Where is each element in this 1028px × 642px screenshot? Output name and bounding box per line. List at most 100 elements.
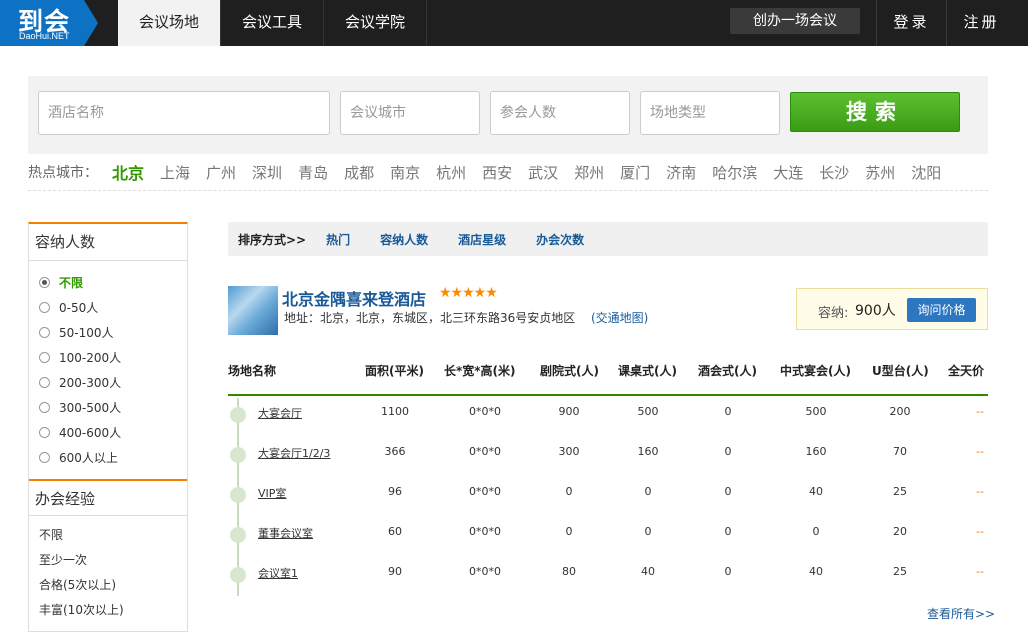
- city-link[interactable]: 西安: [482, 162, 512, 183]
- radio-checked-icon[interactable]: [39, 277, 50, 288]
- cocktail-value: 0: [724, 405, 732, 418]
- area-value: 60: [388, 525, 402, 538]
- venue-name-link[interactable]: 会议室1: [258, 565, 298, 581]
- view-all-link[interactable]: 查看所有>>: [927, 605, 995, 622]
- nav-venues[interactable]: 会议场地: [118, 0, 222, 46]
- city-link[interactable]: 沈阳: [911, 162, 941, 183]
- u-shape-value: 25: [893, 485, 907, 498]
- timeline-dot: [230, 407, 246, 423]
- hotel-name-input[interactable]: 酒店名称: [38, 91, 330, 135]
- radio-icon[interactable]: [39, 327, 50, 338]
- venue-type-input[interactable]: 场地类型: [640, 91, 780, 135]
- city-link[interactable]: 哈尔滨: [712, 162, 757, 183]
- sort-capacity[interactable]: 容纳人数: [380, 231, 428, 248]
- logo[interactable]: 到会 DaoHui.NET: [0, 0, 98, 46]
- cocktail-value: 0: [724, 565, 732, 578]
- top-navigation-bar: 到会 DaoHui.NET 会议场地 会议工具 会议学院 创办一场会议 登录 注…: [0, 0, 1028, 46]
- city-link[interactable]: 广州: [206, 162, 236, 183]
- capacity-option[interactable]: 300-500人: [39, 395, 187, 420]
- price-value: --: [976, 405, 984, 418]
- col-dimensions: 长*宽*高(米): [444, 364, 516, 378]
- radio-icon[interactable]: [39, 377, 50, 388]
- city-link[interactable]: 南京: [390, 162, 420, 183]
- nav-academy[interactable]: 会议学院: [324, 0, 428, 46]
- experience-option[interactable]: 不限: [39, 523, 187, 548]
- ask-price-button[interactable]: 询问价格: [907, 298, 976, 322]
- capacity-option[interactable]: 400-600人: [39, 420, 187, 445]
- city-link[interactable]: 郑州: [574, 162, 604, 183]
- capacity-option[interactable]: 0-50人: [39, 295, 187, 320]
- capacity-option[interactable]: 600人以上: [39, 445, 187, 470]
- venue-name-link[interactable]: VIP室: [258, 485, 286, 501]
- col-venue-name: 场地名称: [228, 364, 277, 378]
- capacity-option[interactable]: 100-200人: [39, 345, 187, 370]
- meeting-city-input[interactable]: 会议城市: [340, 91, 480, 135]
- venue-table-header: 场地名称 面积(平米) 长*宽*高(米) 剧院式(人) 课桌式(人) 酒会式(人…: [228, 356, 988, 396]
- star-rating-icon: ★★★★★: [439, 285, 498, 301]
- city-link[interactable]: 厦门: [620, 162, 650, 183]
- classroom-value: 0: [644, 485, 652, 498]
- register-link[interactable]: 注册: [946, 0, 1016, 46]
- city-link[interactable]: 苏州: [865, 162, 895, 183]
- cocktail-value: 0: [724, 485, 732, 498]
- col-area: 面积(平米): [365, 364, 424, 378]
- table-row: 董事会议室 60 0*0*0 0 0 0 0 20 --: [228, 518, 988, 558]
- theater-value: 0: [565, 485, 573, 498]
- traffic-map-link[interactable]: (交通地图): [591, 309, 648, 326]
- city-link[interactable]: 上海: [160, 162, 190, 183]
- classroom-value: 0: [644, 525, 652, 538]
- radio-icon[interactable]: [39, 427, 50, 438]
- radio-icon[interactable]: [39, 302, 50, 313]
- city-link[interactable]: 杭州: [436, 162, 466, 183]
- hotel-name-link[interactable]: 北京金隅喜来登酒店: [282, 286, 426, 310]
- capacity-option[interactable]: 200-300人: [39, 370, 187, 395]
- capacity-option-label: 50-100人: [59, 325, 114, 340]
- sort-popular[interactable]: 热门: [326, 231, 350, 248]
- attendee-count-input[interactable]: 参会人数: [490, 91, 630, 135]
- table-row: 会议室1 90 0*0*0 80 40 0 40 25 --: [228, 558, 988, 598]
- city-link[interactable]: 武汉: [528, 162, 558, 183]
- venue-name-link[interactable]: 大宴会厅: [258, 405, 302, 421]
- experience-option[interactable]: 至少一次: [39, 548, 187, 573]
- experience-filter-list: 不限 至少一次 合格(5次以上) 丰富(10次以上): [29, 516, 187, 631]
- sort-hotel-star[interactable]: 酒店星级: [458, 231, 506, 248]
- timeline-dot: [230, 487, 246, 503]
- city-link[interactable]: 长沙: [819, 162, 849, 183]
- area-value: 1100: [381, 405, 409, 418]
- city-link[interactable]: 成都: [344, 162, 374, 183]
- hotel-thumbnail[interactable]: [228, 286, 278, 335]
- nav-tools[interactable]: 会议工具: [221, 0, 325, 46]
- city-link[interactable]: 深圳: [252, 162, 282, 183]
- capacity-option[interactable]: 不限: [39, 270, 187, 295]
- venue-name-link[interactable]: 董事会议室: [258, 525, 313, 541]
- search-button[interactable]: 搜索: [790, 92, 960, 132]
- classroom-value: 40: [641, 565, 655, 578]
- sort-label: 排序方式>>: [238, 232, 307, 247]
- sort-event-count[interactable]: 办会次数: [536, 231, 584, 248]
- capacity-option[interactable]: 50-100人: [39, 320, 187, 345]
- capacity-filter-list: 不限 0-50人 50-100人 100-200人 200-300人 300-5…: [29, 261, 187, 479]
- city-link[interactable]: 大连: [773, 162, 803, 183]
- experience-option[interactable]: 丰富(10次以上): [39, 598, 187, 623]
- banquet-value: 500: [805, 405, 827, 418]
- radio-icon[interactable]: [39, 352, 50, 363]
- hot-cities-label: 热点城市：: [28, 165, 98, 181]
- area-value: 366: [384, 445, 406, 458]
- login-link[interactable]: 登录: [876, 0, 946, 46]
- city-link[interactable]: 济南: [666, 162, 696, 183]
- filter-sidebar: 容纳人数 不限 0-50人 50-100人 100-200人 200-300人 …: [28, 222, 188, 632]
- radio-icon[interactable]: [39, 452, 50, 463]
- dimensions-value: 0*0*0: [469, 485, 501, 498]
- city-link[interactable]: 青岛: [298, 162, 328, 183]
- col-banquet: 中式宴会(人): [780, 364, 851, 378]
- radio-icon[interactable]: [39, 402, 50, 413]
- theater-value: 900: [558, 405, 580, 418]
- create-meeting-button[interactable]: 创办一场会议: [730, 8, 860, 34]
- banquet-value: 0: [812, 525, 820, 538]
- theater-value: 80: [562, 565, 576, 578]
- timeline-dot: [230, 527, 246, 543]
- dimensions-value: 0*0*0: [469, 405, 501, 418]
- venue-name-link[interactable]: 大宴会厅1/2/3: [258, 445, 330, 461]
- city-link[interactable]: 北京: [112, 160, 144, 184]
- experience-option[interactable]: 合格(5次以上): [39, 573, 187, 598]
